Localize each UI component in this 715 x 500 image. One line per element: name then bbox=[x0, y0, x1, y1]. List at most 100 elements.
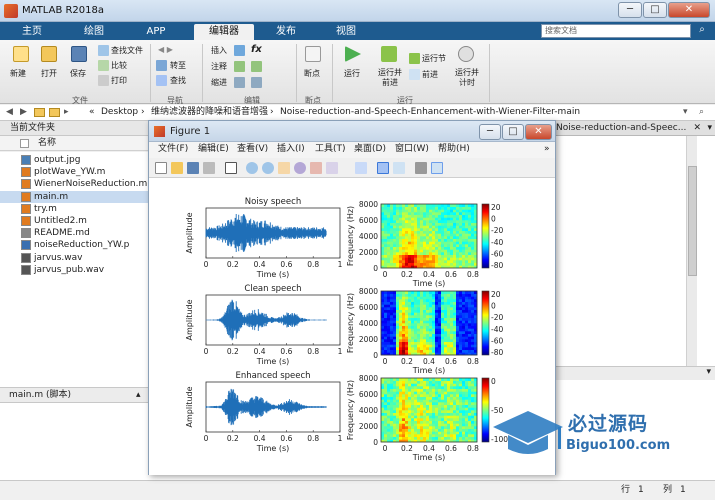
print-button[interactable]: 打印 bbox=[111, 75, 127, 86]
minimize-button[interactable]: ─ bbox=[618, 2, 642, 18]
file-item[interactable]: jarvus_pub.wav bbox=[0, 264, 150, 276]
zoom-out-icon[interactable] bbox=[262, 162, 274, 174]
print-figure-icon[interactable] bbox=[203, 162, 215, 174]
file-item[interactable]: jarvus.wav bbox=[0, 252, 150, 264]
menu-overflow-icon[interactable]: » bbox=[544, 142, 550, 157]
new-icon[interactable] bbox=[13, 46, 29, 62]
browse-icon[interactable]: ▸ bbox=[64, 105, 69, 120]
rotate-icon[interactable] bbox=[294, 162, 306, 174]
path-segment-desktop[interactable]: Desktop bbox=[101, 105, 138, 120]
colorbar-icon[interactable] bbox=[377, 162, 389, 174]
tab-publish[interactable]: 发布 bbox=[262, 24, 310, 40]
insert-section-icon[interactable] bbox=[234, 45, 245, 56]
breakpoints-button[interactable]: 断点 bbox=[304, 68, 320, 79]
editor-scrollbar[interactable] bbox=[686, 136, 697, 366]
search-icon[interactable]: ⌕ bbox=[694, 24, 710, 38]
back-arrow-icon[interactable]: ◀ bbox=[6, 105, 13, 120]
link-plot-icon[interactable] bbox=[355, 162, 367, 174]
save-figure-icon[interactable] bbox=[187, 162, 199, 174]
run-advance-button[interactable]: 运行并前进 bbox=[375, 68, 405, 88]
open-folder-icon[interactable] bbox=[41, 46, 57, 62]
tab-home[interactable]: 主页 bbox=[8, 24, 56, 40]
column-checkbox-icon[interactable] bbox=[20, 139, 29, 148]
pointer-icon[interactable] bbox=[225, 162, 237, 174]
find-button[interactable]: 查找 bbox=[170, 75, 186, 86]
find-files-button[interactable]: 查找文件 bbox=[111, 45, 143, 56]
details-expand-icon[interactable]: ▴ bbox=[136, 390, 141, 400]
close-button[interactable]: ✕ bbox=[668, 2, 710, 18]
open-file-icon[interactable] bbox=[171, 162, 183, 174]
file-item[interactable]: try.m bbox=[0, 203, 150, 215]
parent-folder-icon[interactable] bbox=[49, 108, 60, 117]
run-advance-icon[interactable] bbox=[381, 46, 397, 62]
new-figure-icon[interactable] bbox=[155, 162, 167, 174]
figure-title-bar[interactable]: Figure 1 ─ □ ✕ bbox=[149, 121, 555, 142]
file-item[interactable]: output.jpg bbox=[0, 154, 150, 166]
show-plot-tools-icon[interactable] bbox=[431, 162, 443, 174]
tab-apps[interactable]: APP bbox=[132, 24, 180, 40]
tab-view[interactable]: 视图 bbox=[322, 24, 370, 40]
indent-button[interactable]: 缩进 bbox=[211, 77, 227, 88]
indent-icon[interactable] bbox=[234, 77, 245, 88]
fx-icon[interactable]: fx bbox=[251, 44, 262, 55]
name-column-header[interactable]: 名称 bbox=[0, 136, 150, 151]
run-time-button[interactable]: 运行并计时 bbox=[452, 68, 482, 88]
run-button[interactable]: 运行 bbox=[344, 68, 360, 79]
back-forward-icon[interactable]: ◀ ▶ bbox=[158, 45, 173, 54]
forward-arrow-icon[interactable]: ▶ bbox=[20, 105, 27, 120]
menu-tools[interactable]: 工具(T) bbox=[315, 142, 346, 157]
menu-edit[interactable]: 编辑(E) bbox=[198, 142, 229, 157]
file-item[interactable]: main.m bbox=[0, 190, 150, 203]
menu-insert[interactable]: 插入(I) bbox=[277, 142, 305, 157]
tab-editor[interactable]: 编辑器 bbox=[194, 24, 254, 40]
uncomment-icon[interactable] bbox=[251, 61, 262, 72]
file-item[interactable]: Untitled2.m bbox=[0, 215, 150, 227]
file-item[interactable]: plotWave_YW.m bbox=[0, 166, 150, 178]
hide-plot-tools-icon[interactable] bbox=[415, 162, 427, 174]
run-section-button[interactable]: 运行节 bbox=[422, 53, 446, 64]
path-dropdown-icon[interactable]: ▾ bbox=[683, 105, 688, 120]
file-item[interactable]: noiseReduction_YW.p bbox=[0, 239, 150, 251]
new-button[interactable]: 新建 bbox=[10, 68, 26, 79]
path-segment-repo[interactable]: Noise-reduction-and-Speech-Enhancement-w… bbox=[280, 105, 580, 120]
menu-window[interactable]: 窗口(W) bbox=[395, 142, 429, 157]
path-segment-project[interactable]: 维纳滤波器的降噪和语音增强 bbox=[151, 105, 268, 120]
stopwatch-icon[interactable] bbox=[458, 46, 474, 62]
data-cursor-icon[interactable] bbox=[310, 162, 322, 174]
file-item[interactable]: README.md bbox=[0, 227, 150, 239]
breakpoints-icon[interactable] bbox=[305, 46, 321, 62]
file-item[interactable]: WienerNoiseReduction.m bbox=[0, 178, 150, 190]
menu-help[interactable]: 帮助(H) bbox=[438, 142, 470, 157]
figure-minimize-button[interactable]: ─ bbox=[479, 124, 501, 140]
close-tab-icon[interactable]: ✕ bbox=[693, 121, 701, 135]
comment-icon[interactable] bbox=[234, 61, 245, 72]
legend-icon[interactable] bbox=[393, 162, 405, 174]
figure-close-button[interactable]: ✕ bbox=[525, 124, 552, 140]
goto-button[interactable]: 转至 bbox=[170, 60, 186, 71]
tab-plots[interactable]: 绘图 bbox=[70, 24, 118, 40]
figure-maximize-button[interactable]: □ bbox=[502, 124, 524, 140]
outdent-icon[interactable] bbox=[251, 77, 262, 88]
panel-menu-icon[interactable]: ▾ bbox=[706, 367, 711, 377]
save-icon[interactable] bbox=[71, 46, 87, 62]
compare-button[interactable]: 比较 bbox=[111, 60, 127, 71]
advance-button[interactable]: 前进 bbox=[422, 69, 438, 80]
brush-icon[interactable] bbox=[326, 162, 338, 174]
run-icon[interactable] bbox=[345, 46, 361, 62]
save-button[interactable]: 保存 bbox=[70, 68, 86, 79]
comment-button[interactable]: 注释 bbox=[211, 61, 227, 72]
menu-view[interactable]: 查看(V) bbox=[237, 142, 268, 157]
search-folder-icon[interactable]: ⌕ bbox=[699, 105, 704, 120]
search-input[interactable]: 搜索文档 bbox=[541, 24, 691, 38]
insert-button[interactable]: 插入 bbox=[211, 45, 227, 56]
file-details-bar[interactable]: main.m (脚本) bbox=[0, 387, 150, 403]
scrollbar-thumb[interactable] bbox=[688, 166, 697, 276]
menu-file[interactable]: 文件(F) bbox=[158, 142, 188, 157]
address-bar[interactable]: ◀ ▶ ▸ « Desktop › 维纳滤波器的降噪和语音增强 › Noise-… bbox=[0, 105, 715, 121]
menu-desktop[interactable]: 桌面(D) bbox=[354, 142, 386, 157]
open-button[interactable]: 打开 bbox=[41, 68, 57, 79]
pan-icon[interactable] bbox=[278, 162, 290, 174]
maximize-button[interactable]: □ bbox=[643, 2, 667, 18]
editor-tab[interactable]: Noise-reduction-and-Speec... ✕ ▾ bbox=[552, 121, 715, 136]
zoom-in-icon[interactable] bbox=[246, 162, 258, 174]
